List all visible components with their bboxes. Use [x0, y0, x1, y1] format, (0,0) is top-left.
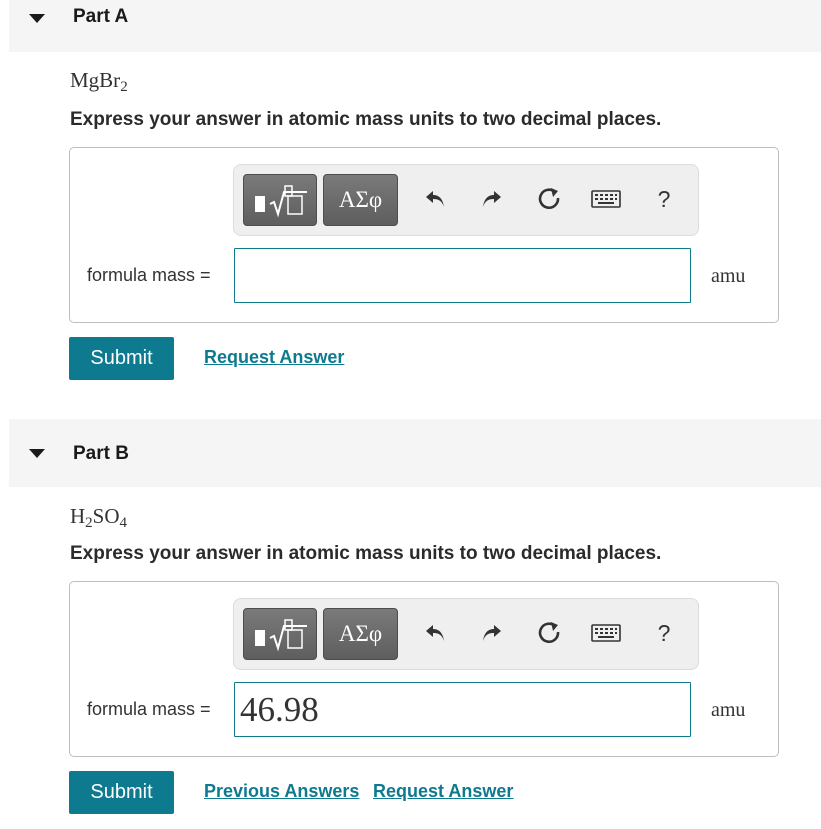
- collapse-arrow-icon[interactable]: [29, 445, 45, 461]
- undo-icon[interactable]: [419, 183, 451, 215]
- part-a-title: Part A: [73, 6, 129, 27]
- part-b-answer-box: ΑΣφ ? formula mass = amu: [69, 581, 779, 757]
- math-toolbar: ΑΣφ ?: [233, 598, 699, 670]
- answer-label: formula mass =: [87, 265, 211, 285]
- part-b-formula: H2SO4: [70, 504, 128, 531]
- unit-label: amu: [711, 265, 746, 287]
- math-toolbar: ΑΣφ ?: [233, 164, 699, 236]
- templates-sqrt-icon[interactable]: [243, 608, 317, 660]
- answer-input[interactable]: [234, 248, 691, 303]
- reset-icon[interactable]: [534, 617, 566, 649]
- previous-answers-link[interactable]: Previous Answers: [204, 781, 359, 802]
- help-button[interactable]: ?: [648, 617, 680, 649]
- part-b-title: Part B: [73, 443, 129, 464]
- part-b-instruction: Express your answer in atomic mass units…: [70, 543, 662, 564]
- part-a-instruction: Express your answer in atomic mass units…: [70, 109, 662, 130]
- collapse-arrow-icon[interactable]: [29, 10, 45, 26]
- answer-label: formula mass =: [87, 699, 211, 719]
- submit-button[interactable]: Submit: [69, 771, 174, 814]
- keyboard-icon[interactable]: [590, 183, 622, 215]
- undo-icon[interactable]: [419, 617, 451, 649]
- submit-button[interactable]: Submit: [69, 337, 174, 380]
- part-b-header[interactable]: Part B: [9, 419, 821, 487]
- unit-label: amu: [711, 699, 746, 721]
- request-answer-link[interactable]: Request Answer: [204, 347, 344, 368]
- request-answer-link[interactable]: Request Answer: [373, 781, 513, 802]
- answer-input[interactable]: [234, 682, 691, 737]
- part-a-header[interactable]: Part A: [9, 0, 821, 52]
- part-a-answer-box: ΑΣφ ? formula mass = amu: [69, 147, 779, 323]
- keyboard-icon[interactable]: [590, 617, 622, 649]
- reset-icon[interactable]: [534, 183, 566, 215]
- part-a-formula: MgBr2: [70, 68, 128, 95]
- greek-symbols-button[interactable]: ΑΣφ: [323, 174, 398, 226]
- redo-icon[interactable]: [476, 183, 508, 215]
- redo-icon[interactable]: [476, 617, 508, 649]
- templates-sqrt-icon[interactable]: [243, 174, 317, 226]
- greek-symbols-button[interactable]: ΑΣφ: [323, 608, 398, 660]
- help-button[interactable]: ?: [648, 183, 680, 215]
